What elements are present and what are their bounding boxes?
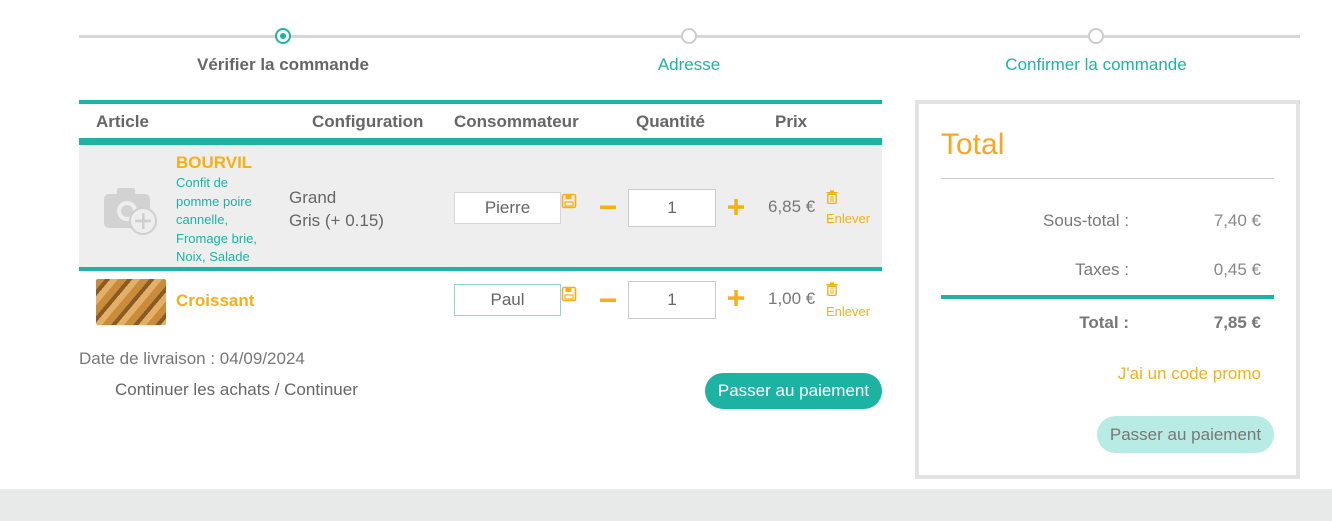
trash-icon[interactable] [826, 190, 838, 204]
quantity-input[interactable] [628, 189, 716, 227]
checkout-stepper: Vérifier la commande Adresse Confirmer l… [79, 20, 1300, 80]
croissant-photo [96, 279, 166, 325]
consumer-input[interactable] [454, 192, 561, 224]
total-value: 7,85 € [1213, 313, 1261, 332]
summary-payment-button[interactable]: Passer au paiement [1097, 416, 1274, 453]
order-summary: Total Sous-total : 7,40 € Taxes : 0,45 €… [915, 100, 1300, 479]
product-configuration: Grand Gris (+ 0.15) [289, 186, 384, 232]
camera-add-icon [104, 188, 157, 235]
table-row: BOURVIL Confit de pomme poire cannelle, … [79, 145, 882, 271]
save-icon[interactable] [561, 193, 577, 209]
footer [0, 489, 1332, 521]
delivery-date: Date de livraison : 04/09/2024 [79, 349, 305, 368]
step-dot-active [275, 28, 291, 44]
product-price: 1,00 € [768, 289, 816, 308]
proceed-to-payment-button[interactable]: Passer au paiement [705, 373, 882, 409]
summary-title: Total [941, 128, 1005, 161]
consumer-input[interactable] [454, 284, 561, 316]
quantity-input[interactable] [628, 281, 716, 319]
step-label: Adresse [657, 55, 721, 74]
remove-link[interactable]: Enlever [826, 304, 870, 319]
step-verify-order[interactable]: Vérifier la commande [133, 20, 433, 75]
config-size: Grand [289, 188, 337, 207]
header-consumer: Consommateur [454, 112, 579, 131]
header-price: Prix [775, 112, 808, 131]
step-dot [1088, 28, 1104, 44]
total-divider [941, 295, 1274, 299]
product-price: 6,85 € [768, 197, 816, 216]
promo-code-link[interactable]: J'ai un code promo [1118, 364, 1261, 384]
minus-icon[interactable] [599, 198, 617, 216]
table-row: Croissant 1,00 € Enlever [79, 271, 882, 329]
remove-link[interactable]: Enlever [826, 211, 870, 226]
trash-icon[interactable] [826, 282, 838, 296]
taxes-value: 0,45 € [1213, 260, 1261, 279]
header-article: Article [96, 112, 149, 131]
subtotal-label: Sous-total : [1043, 211, 1129, 230]
plus-icon[interactable] [727, 289, 745, 307]
plus-icon[interactable] [727, 198, 745, 216]
total-label: Total : [1079, 313, 1129, 332]
continue-shopping-link[interactable]: Continuer les achats / Continuer [115, 380, 358, 400]
taxes-label: Taxes : [1075, 260, 1129, 279]
summary-divider [941, 178, 1274, 179]
minus-icon[interactable] [599, 291, 617, 309]
step-label: Vérifier la commande [197, 55, 369, 74]
header-quantity: Quantité [636, 112, 705, 131]
header-configuration: Configuration [312, 112, 424, 131]
step-address[interactable]: Adresse [539, 20, 839, 75]
subtotal-value: 7,40 € [1213, 211, 1261, 230]
step-label: Confirmer la commande [1005, 55, 1187, 74]
config-option: Gris (+ 0.15) [289, 211, 384, 230]
product-name[interactable]: BOURVIL [176, 153, 252, 173]
table-header: Article Configuration Consommateur Quant… [79, 100, 882, 145]
cart-table: Article Configuration Consommateur Quant… [79, 100, 882, 329]
save-icon[interactable] [561, 286, 577, 302]
step-dot [681, 28, 697, 44]
product-description: Confit de pomme poire cannelle, Fromage … [176, 175, 257, 264]
step-confirm-order[interactable]: Confirmer la commande [946, 20, 1246, 75]
product-name[interactable]: Croissant [176, 291, 254, 311]
